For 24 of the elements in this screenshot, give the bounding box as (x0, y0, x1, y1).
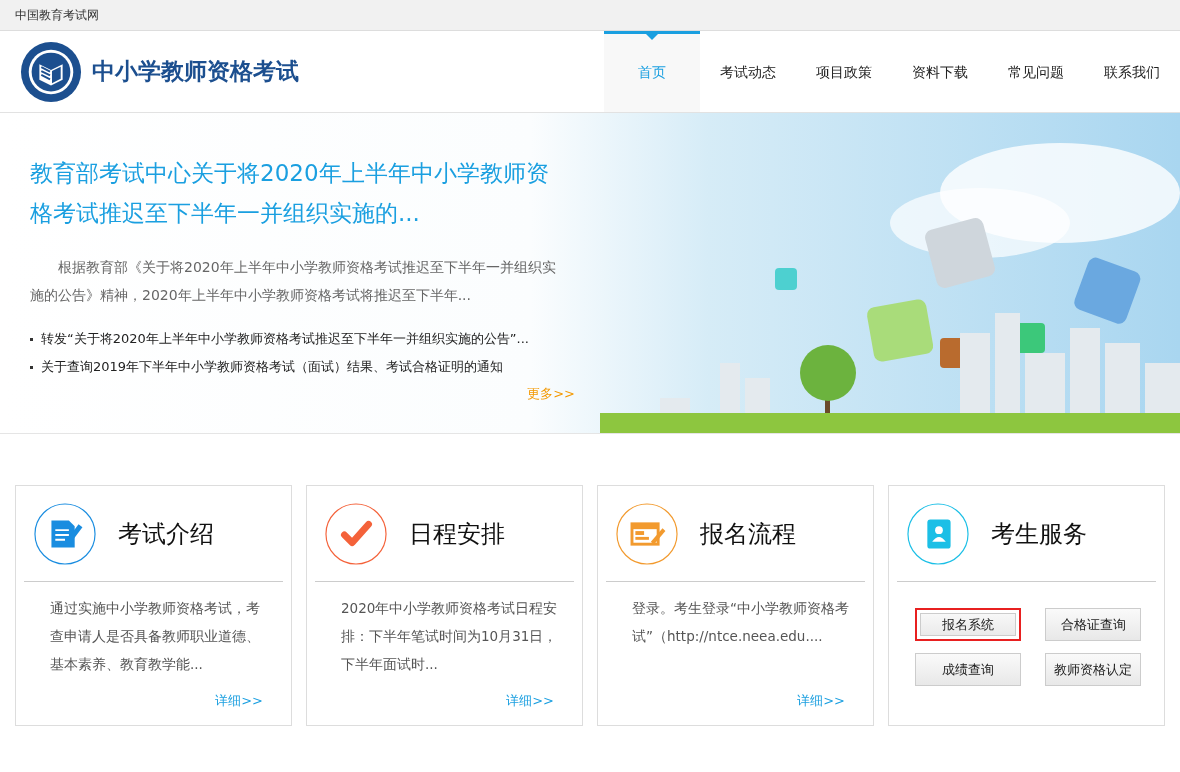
card-text: 登录。考生登录“中小学教师资格考试”（http://ntce.neea.edu.... (631, 599, 850, 646)
nav-tab[interactable]: 考试动态 (700, 31, 796, 112)
service-button[interactable]: 合格证查询 (1045, 608, 1141, 641)
summary-text: 根据教育部《关于将2020年上半年中小学教师资格考试推迟至下半年一并组织实施的公告》精神，2020年上半年中小学教师资格考试将推迟至下半年... (30, 258, 557, 305)
service-button[interactable]: 成绩查询 (915, 653, 1021, 686)
news-link[interactable]: 关于查询2019年下半年中小学教师资格考试（面试）结果、考试合格证明的通知 (41, 358, 504, 376)
card-text: 2020年中小学教师资格考试日程安排：下半年笔试时间为10月31日，下半年面试时... (340, 599, 559, 674)
card-title: 考生服务 (991, 518, 1087, 550)
site-title: 中小学教师资格考试 (92, 57, 299, 86)
service-button[interactable]: 报名系统 (915, 608, 1021, 641)
nav-tab[interactable]: 联系我们 (1084, 31, 1180, 112)
site-link[interactable]: 中国教育考试网 (15, 6, 99, 24)
nav-tab[interactable]: 资料下载 (892, 31, 988, 112)
bullet-icon (30, 365, 33, 369)
nav-tab[interactable]: 项目政策 (796, 31, 892, 112)
service-button[interactable]: 教师资格认定 (1045, 653, 1141, 686)
book-emblem-icon (20, 40, 82, 103)
card-title: 报名流程 (700, 518, 796, 550)
card-title: 日程安排 (409, 518, 505, 550)
news-link[interactable]: 转发“关于将2020年上半年中小学教师资格考试推迟至下半年一并组织实施的公告”... (41, 330, 529, 348)
card-title: 考试介绍 (118, 518, 214, 550)
card-text: 通过实施中小学教师资格考试，考查申请人是否具备教师职业道德、基本素养、教育教学能... (49, 599, 261, 674)
bullet-icon (30, 337, 33, 341)
nav-tab[interactable]: 常见问题 (988, 31, 1084, 112)
